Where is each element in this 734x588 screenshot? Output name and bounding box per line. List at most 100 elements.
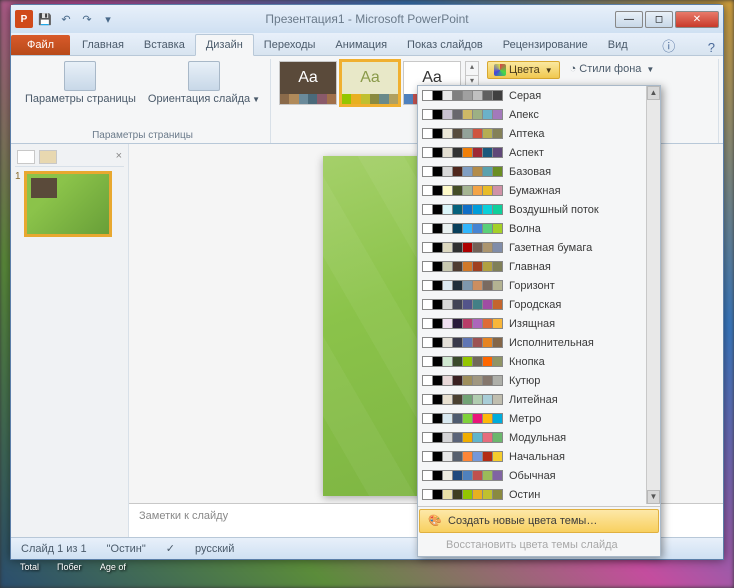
color-swatch	[492, 147, 503, 158]
tab-дизайн[interactable]: Дизайн	[195, 34, 254, 56]
color-swatch	[492, 185, 503, 196]
ribbon-minimize-icon[interactable]: ⓘ	[654, 36, 683, 55]
color-scheme-item[interactable]: Апекс	[418, 105, 646, 124]
ribbon-tabs: Файл ГлавнаяВставкаДизайнПереходыАнимаци…	[11, 33, 723, 56]
swatch-set	[422, 470, 503, 481]
tab-рецензирование[interactable]: Рецензирование	[493, 35, 598, 55]
colors-dropdown-menu: Серая АпексАптекаАспект Базовая Бумажная Воз…	[417, 85, 661, 557]
desktop-icon[interactable]: Age of	[100, 562, 126, 586]
tab-переходы[interactable]: Переходы	[254, 35, 326, 55]
tab-вид[interactable]: Вид	[598, 35, 638, 55]
group-label: Параметры страницы	[21, 128, 264, 143]
color-scheme-item[interactable]: Бумажная	[418, 181, 646, 200]
color-swatch	[492, 356, 503, 367]
color-swatch	[492, 204, 503, 215]
scheme-label: Горизонт	[509, 280, 555, 292]
color-scheme-item[interactable]: Горизонт	[418, 276, 646, 295]
slide-thumbnail[interactable]: 1	[15, 171, 124, 237]
language-button[interactable]: русский	[191, 543, 238, 555]
color-scheme-item[interactable]: Газетная бумага	[418, 238, 646, 257]
color-swatch	[492, 375, 503, 386]
color-scheme-item[interactable]: Модульная	[418, 428, 646, 447]
color-scheme-item[interactable]: Главная	[418, 257, 646, 276]
chevron-down-icon: ▼	[545, 66, 553, 75]
chevron-down-icon: ▼	[252, 95, 260, 104]
scheme-label: Серая	[509, 90, 541, 102]
swatch-set	[422, 204, 503, 215]
tab-главная[interactable]: Главная	[72, 35, 134, 55]
spellcheck-icon[interactable]: ✓	[162, 542, 179, 555]
slides-tab-icon[interactable]	[17, 150, 35, 164]
color-scheme-item[interactable]: Городская	[418, 295, 646, 314]
slide-orientation-button[interactable]: Ориентация слайда▼	[144, 59, 264, 107]
slide-number: 1	[15, 171, 21, 237]
help-icon[interactable]: ?	[700, 40, 723, 55]
background-styles-button[interactable]: ◔ Стили фона ▼	[566, 61, 659, 77]
color-scheme-item[interactable]: Начальная	[418, 447, 646, 466]
color-scheme-item[interactable]: Воздушный поток	[418, 200, 646, 219]
outline-tab-icon[interactable]	[39, 150, 57, 164]
color-swatch	[492, 109, 503, 120]
slide-counter: Слайд 1 из 1	[17, 543, 91, 555]
color-scheme-item[interactable]: Кнопка	[418, 352, 646, 371]
color-scheme-item[interactable]: Аспект	[418, 143, 646, 162]
theme-thumb[interactable]: Aa	[279, 61, 337, 105]
colors-dropdown-button[interactable]: Цвета ▼	[487, 61, 560, 79]
color-scheme-item[interactable]: Метро	[418, 409, 646, 428]
scheme-label: Базовая	[509, 166, 551, 178]
color-scheme-item[interactable]: Базовая	[418, 162, 646, 181]
color-scheme-item[interactable]: Аптека	[418, 124, 646, 143]
minimize-button[interactable]: —	[615, 11, 643, 28]
undo-icon[interactable]: ↶	[57, 10, 75, 28]
page-setup-label: Параметры страницы	[25, 93, 136, 105]
color-swatch	[492, 394, 503, 405]
orientation-label: Ориентация слайда	[148, 93, 250, 105]
restore-colors: Восстановить цвета темы слайда	[418, 534, 660, 556]
page-setup-button[interactable]: Параметры страницы	[21, 59, 140, 107]
tab-показ слайдов[interactable]: Показ слайдов	[397, 35, 493, 55]
scroll-up-icon[interactable]: ▲	[647, 86, 660, 100]
scheme-label: Городская	[509, 299, 561, 311]
qat-customize-icon[interactable]: ▾	[99, 10, 117, 28]
color-scheme-item[interactable]: Серая	[418, 86, 646, 105]
close-panel-icon[interactable]: ×	[116, 150, 122, 164]
file-tab[interactable]: Файл	[11, 35, 70, 55]
tab-анимация[interactable]: Анимация	[325, 35, 397, 55]
scroll-down-icon[interactable]: ▼	[647, 490, 660, 504]
swatch-set	[422, 223, 503, 234]
color-scheme-item[interactable]: Изящная	[418, 314, 646, 333]
tab-вставка[interactable]: Вставка	[134, 35, 195, 55]
color-scheme-item[interactable]: Литейная	[418, 390, 646, 409]
close-button[interactable]: ✕	[675, 11, 719, 28]
chevron-down-icon: ▼	[646, 65, 654, 74]
bg-styles-label: Стили фона	[579, 63, 641, 75]
color-scheme-item[interactable]: Исполнительная	[418, 333, 646, 352]
color-scheme-item[interactable]: Кутюр	[418, 371, 646, 390]
scheme-label: Кутюр	[509, 375, 540, 387]
color-swatch	[492, 223, 503, 234]
scheme-label: Исполнительная	[509, 337, 594, 349]
color-scheme-item[interactable]: Обычная	[418, 466, 646, 485]
dropdown-scrollbar[interactable]: ▲ ▼	[646, 86, 660, 504]
color-swatch	[492, 489, 503, 500]
color-scheme-item[interactable]: Волна	[418, 219, 646, 238]
redo-icon[interactable]: ↷	[78, 10, 96, 28]
desktop-icon[interactable]: Побег	[57, 562, 82, 586]
titlebar: P 💾 ↶ ↷ ▾ Презентация1 - Microsoft Power…	[11, 5, 723, 33]
window-controls: — ◻ ✕	[615, 11, 719, 28]
maximize-button[interactable]: ◻	[645, 11, 673, 28]
save-icon[interactable]: 💾	[36, 10, 54, 28]
theme-thumb-selected[interactable]: Aa	[341, 61, 399, 105]
color-swatch	[492, 299, 503, 310]
desktop-icon[interactable]: Total	[20, 562, 39, 586]
color-scheme-item[interactable]: Остин	[418, 485, 646, 504]
swatch-set	[422, 356, 503, 367]
scheme-label: Газетная бумага	[509, 242, 592, 254]
scheme-label: Изящная	[509, 318, 555, 330]
swatch-set	[422, 280, 503, 291]
scheme-label: Бумажная	[509, 185, 561, 197]
notes-placeholder: Заметки к слайду	[139, 510, 228, 522]
swatch-set	[422, 261, 503, 272]
color-swatch	[492, 166, 503, 177]
create-new-colors[interactable]: 🎨 Создать новые цвета темы…	[419, 509, 659, 533]
